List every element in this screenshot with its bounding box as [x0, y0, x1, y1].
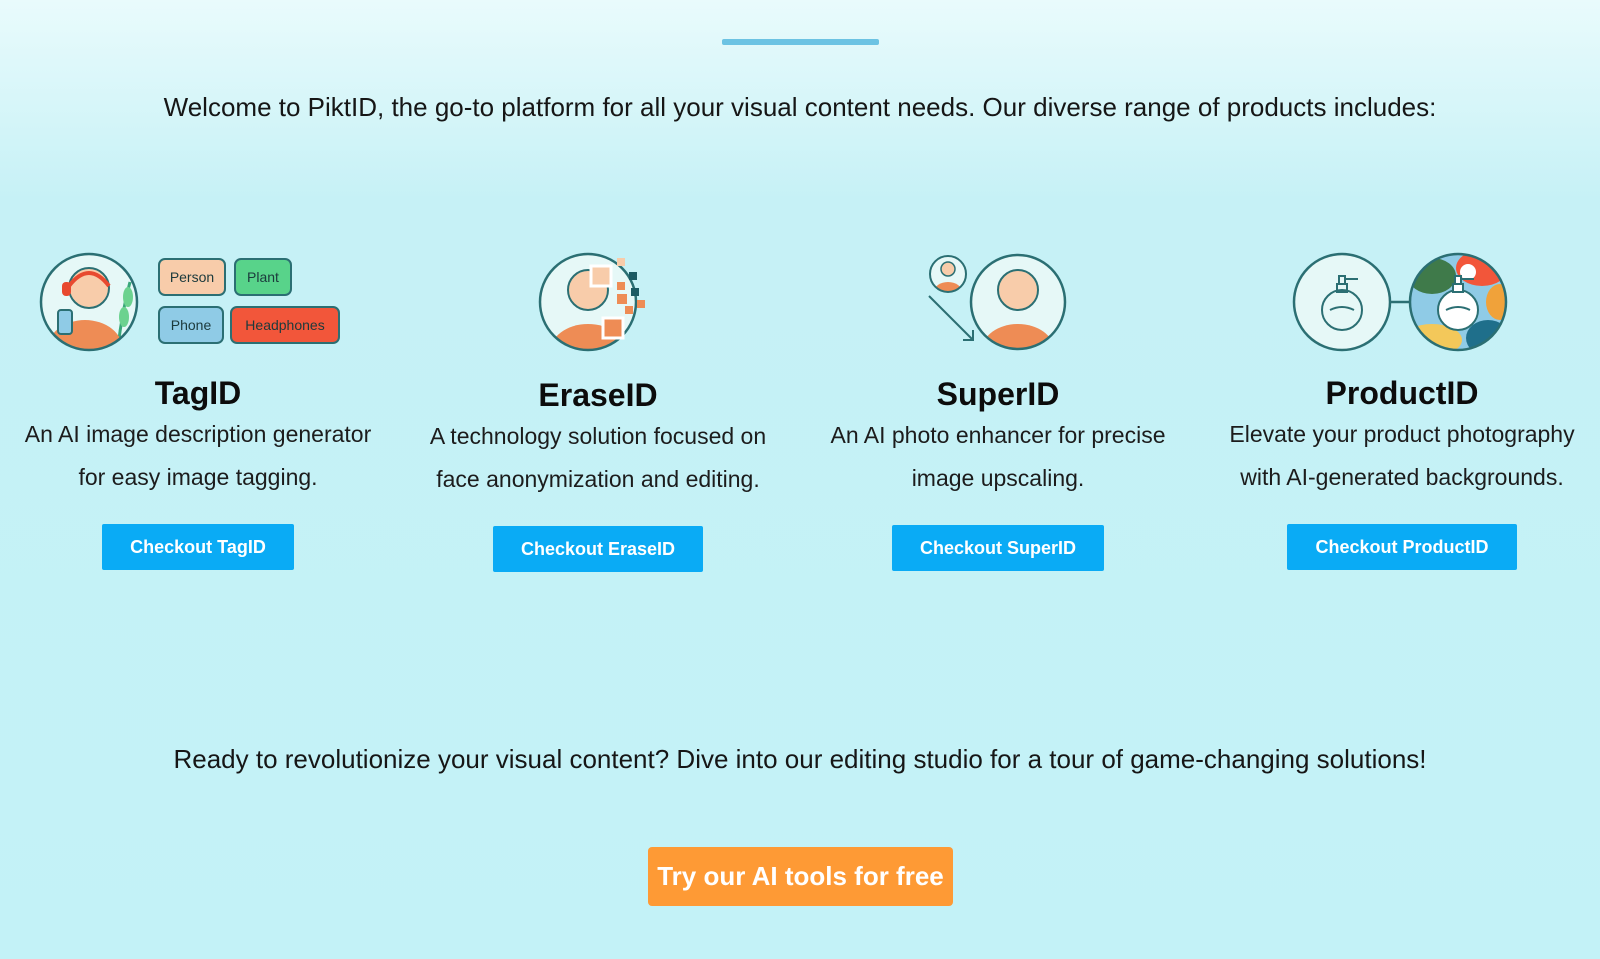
tag-person: Person — [158, 258, 226, 296]
upscale-person-icon — [928, 253, 1067, 351]
product-card-tagid: Person Plant Phone Headphones TagID An A… — [8, 252, 388, 570]
product-card-productid: ProductID Elevate your product photograp… — [1210, 252, 1594, 570]
try-ai-tools-button[interactable]: Try our AI tools for free — [648, 847, 953, 906]
checkout-eraseid-button[interactable]: Checkout EraseID — [492, 526, 704, 572]
product-description-line2: for easy image tagging. — [78, 464, 318, 490]
superid-illustration — [808, 252, 1188, 362]
product-description-line1: An AI photo enhancer for precise — [830, 422, 1166, 448]
product-description-line1: Elevate your product photography — [1229, 421, 1575, 447]
closing-text: Ready to revolutionize your visual conte… — [173, 744, 1427, 774]
product-description-line1: A technology solution focused on — [429, 423, 767, 449]
product-title: TagID — [154, 375, 242, 411]
tag-headphones: Headphones — [230, 306, 340, 344]
tagid-illustration: Person Plant Phone Headphones — [8, 252, 388, 362]
product-description-line2: face anonymization and editing. — [436, 466, 760, 492]
productid-illustration — [1210, 252, 1594, 362]
section-divider — [722, 39, 879, 45]
anonymized-face-icon — [538, 252, 645, 352]
product-description-line1: An AI image description generator — [24, 421, 372, 447]
tag-phone: Phone — [158, 306, 224, 344]
tag-plant: Plant — [234, 258, 292, 296]
product-description-line2: image upscaling. — [911, 465, 1085, 491]
checkout-productid-button[interactable]: Checkout ProductID — [1287, 524, 1517, 570]
product-title: EraseID — [538, 377, 658, 413]
product-card-superid: SuperID An AI photo enhancer for precise… — [808, 252, 1188, 571]
product-card-eraseid: EraseID A technology solution focused on… — [408, 252, 788, 572]
product-title: ProductID — [1325, 375, 1479, 411]
eraseid-illustration — [408, 252, 788, 362]
checkout-tagid-button[interactable]: Checkout TagID — [102, 524, 294, 570]
product-background-icon — [1292, 252, 1508, 352]
product-title: SuperID — [936, 376, 1060, 412]
product-description-line2: with AI-generated backgrounds. — [1240, 464, 1564, 490]
checkout-superid-button[interactable]: Checkout SuperID — [891, 525, 1105, 571]
intro-text: Welcome to PiktID, the go-to platform fo… — [163, 92, 1437, 122]
